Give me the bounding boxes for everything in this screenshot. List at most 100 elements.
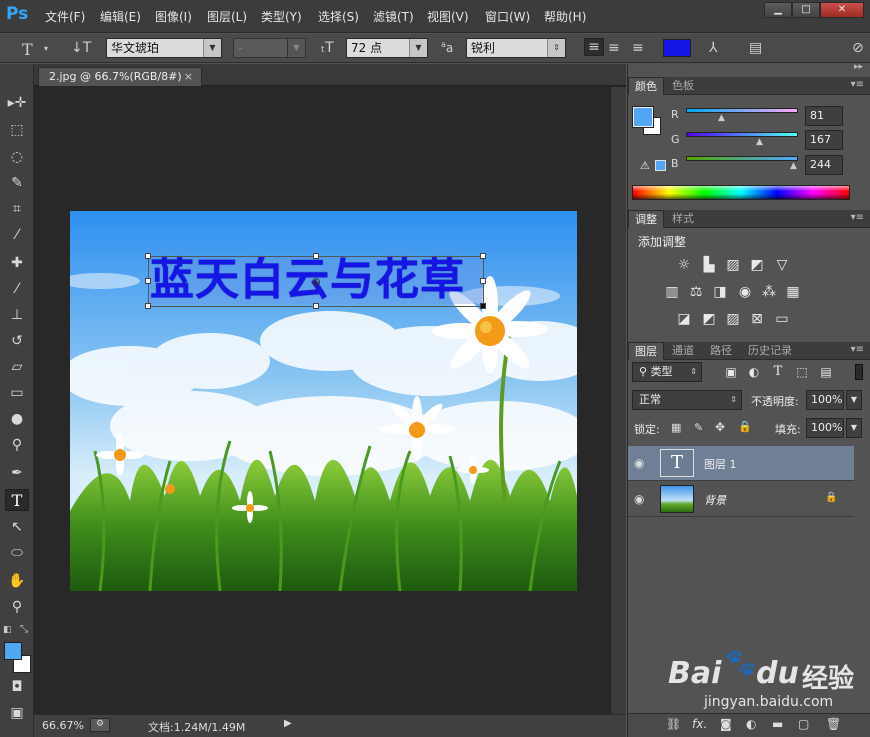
cancel-icon[interactable]: ⊘ bbox=[852, 40, 864, 56]
healing-brush-tool-icon[interactable]: ✚ bbox=[5, 252, 29, 274]
document-tab[interactable]: 2.jpg @ 66.7%(RGB/8#) × bbox=[38, 67, 202, 86]
visibility-eye-icon[interactable]: ◉ bbox=[634, 492, 644, 506]
foreground-color-swatch[interactable] bbox=[4, 642, 22, 660]
quick-select-tool-icon[interactable]: ✎ bbox=[5, 172, 29, 194]
anti-alias-select[interactable]: 锐利 ⇕ bbox=[466, 38, 566, 58]
posterize-icon[interactable]: ◩ bbox=[700, 310, 718, 328]
transform-handle[interactable] bbox=[145, 253, 151, 259]
menu-file[interactable]: 文件(F) bbox=[45, 8, 85, 25]
transform-handle[interactable] bbox=[145, 278, 151, 284]
panel-menu-icon[interactable]: ▾≡ bbox=[851, 79, 864, 90]
brush-tool-icon[interactable]: ⁄ bbox=[5, 278, 29, 300]
transform-handle[interactable] bbox=[313, 253, 319, 259]
curves-icon[interactable]: ▨ bbox=[724, 256, 742, 274]
path-select-tool-icon[interactable]: ↖ bbox=[5, 516, 29, 538]
type-tool-icon[interactable]: T bbox=[22, 40, 33, 59]
text-orientation-icon[interactable]: ↓T bbox=[71, 40, 91, 56]
g-slider[interactable] bbox=[686, 132, 798, 137]
b-slider[interactable] bbox=[686, 156, 798, 161]
move-tool-icon[interactable]: ▸✛ bbox=[5, 92, 29, 114]
r-value-field[interactable]: 81 bbox=[805, 106, 843, 126]
minimize-icon[interactable]: ▁ bbox=[764, 2, 792, 18]
blur-tool-icon[interactable]: ● bbox=[5, 408, 29, 430]
clone-stamp-tool-icon[interactable]: ⊥ bbox=[5, 304, 29, 326]
tab-swatches[interactable]: 色板 bbox=[666, 77, 700, 95]
menu-view[interactable]: 视图(V) bbox=[427, 8, 469, 25]
filter-smart-object-icon[interactable]: ▤ bbox=[817, 363, 835, 381]
color-lookup-icon[interactable]: ▦ bbox=[784, 283, 802, 301]
default-colors-icon[interactable]: ◧ bbox=[3, 625, 12, 635]
panel-menu-icon[interactable]: ▾≡ bbox=[851, 344, 864, 355]
group-folder-icon[interactable]: ▬ bbox=[772, 717, 783, 731]
transform-handle[interactable] bbox=[480, 303, 486, 309]
gradient-map-icon[interactable]: ▭ bbox=[773, 310, 791, 328]
font-style-select[interactable]: - ▼ bbox=[233, 38, 306, 58]
vibrance-icon[interactable]: ▽ bbox=[773, 256, 791, 274]
layer-name[interactable]: 图层 1 bbox=[704, 456, 737, 472]
maximize-icon[interactable]: □ bbox=[792, 2, 820, 18]
history-brush-tool-icon[interactable]: ↺ bbox=[5, 330, 29, 352]
visibility-eye-icon[interactable]: ◉ bbox=[634, 456, 644, 470]
tab-adjustments[interactable]: 调整 bbox=[628, 210, 664, 228]
opacity-arrow-icon[interactable]: ▼ bbox=[846, 390, 862, 410]
transform-handle[interactable] bbox=[480, 253, 486, 259]
layer-row-background[interactable]: ◉ 背景 🔒 bbox=[628, 482, 854, 517]
text-bounding-box[interactable]: ⊕ bbox=[145, 253, 486, 309]
color-fg-swatch[interactable] bbox=[632, 106, 654, 128]
b-slider-thumb[interactable]: ▲ bbox=[790, 161, 797, 171]
eyedropper-tool-icon[interactable]: ⁄ bbox=[5, 224, 29, 246]
selective-color-icon[interactable]: ⊠ bbox=[748, 310, 766, 328]
layer-row-text[interactable]: ◉ T 图层 1 bbox=[628, 446, 854, 481]
close-tab-icon[interactable]: × bbox=[184, 68, 193, 85]
channel-mixer-icon[interactable]: ⁂ bbox=[760, 283, 778, 301]
fill-arrow-icon[interactable]: ▼ bbox=[846, 418, 862, 438]
lock-all-icon[interactable]: 🔒 bbox=[738, 420, 752, 433]
filter-adjustment-icon[interactable]: ◐ bbox=[745, 363, 763, 381]
fx-icon[interactable]: fx. bbox=[692, 717, 707, 731]
font-family-select[interactable]: 华文琥珀 ▼ bbox=[106, 38, 222, 58]
menu-help[interactable]: 帮助(H) bbox=[544, 8, 586, 25]
hand-tool-icon[interactable]: ✋ bbox=[5, 570, 29, 592]
warp-text-icon[interactable]: ⅄ bbox=[709, 40, 718, 56]
gamut-color-swatch[interactable] bbox=[655, 160, 666, 171]
swap-colors-icon[interactable]: ⤡ bbox=[20, 624, 28, 635]
filter-shape-icon[interactable]: ⬚ bbox=[793, 363, 811, 381]
tab-layers[interactable]: 图层 bbox=[628, 342, 664, 360]
pen-tool-icon[interactable]: ✒ bbox=[5, 462, 29, 484]
zoom-tool-icon[interactable]: ⚲ bbox=[5, 596, 29, 618]
panel-menu-icon[interactable]: ▾≡ bbox=[851, 212, 864, 223]
text-color-swatch[interactable] bbox=[663, 39, 691, 57]
quick-mask-icon[interactable]: ◘ bbox=[5, 676, 29, 698]
align-right-icon[interactable]: ≡ bbox=[632, 40, 644, 56]
tab-styles[interactable]: 样式 bbox=[666, 210, 700, 228]
transform-handle[interactable] bbox=[145, 303, 151, 309]
brightness-icon[interactable]: ☼ bbox=[675, 256, 693, 274]
screen-mode-icon[interactable]: ▣ bbox=[5, 702, 29, 724]
layer-name[interactable]: 背景 bbox=[704, 492, 726, 508]
menu-image[interactable]: 图像(I) bbox=[155, 8, 192, 25]
close-icon[interactable]: ✕ bbox=[820, 2, 864, 18]
black-white-icon[interactable]: ◨ bbox=[711, 283, 729, 301]
menu-filter[interactable]: 滤镜(T) bbox=[373, 8, 414, 25]
tab-paths[interactable]: 路径 bbox=[704, 342, 738, 360]
r-slider-thumb[interactable]: ▲ bbox=[718, 113, 725, 123]
levels-icon[interactable]: ▙ bbox=[700, 256, 718, 274]
fill-field[interactable]: 100% bbox=[806, 418, 844, 438]
ellipse-tool-icon[interactable]: ⬭ bbox=[5, 542, 29, 564]
vertical-scrollbar[interactable] bbox=[610, 87, 626, 714]
menu-type[interactable]: 类型(Y) bbox=[261, 8, 302, 25]
r-slider[interactable] bbox=[686, 108, 798, 113]
g-value-field[interactable]: 167 bbox=[805, 130, 843, 150]
font-size-select[interactable]: 72 点 ▼ bbox=[346, 38, 428, 58]
transform-handle[interactable] bbox=[313, 303, 319, 309]
new-layer-icon[interactable]: ▢ bbox=[798, 717, 809, 731]
photo-filter-icon[interactable]: ◉ bbox=[736, 283, 754, 301]
lock-transparent-icon[interactable]: ▦ bbox=[671, 421, 681, 434]
filter-toggle[interactable] bbox=[855, 364, 863, 380]
tab-channels[interactable]: 通道 bbox=[666, 342, 700, 360]
menu-select[interactable]: 选择(S) bbox=[318, 8, 359, 25]
crop-tool-icon[interactable]: ⌗ bbox=[5, 198, 29, 220]
dodge-tool-icon[interactable]: ⚲ bbox=[5, 434, 29, 456]
filter-pixel-icon[interactable]: ▣ bbox=[722, 363, 740, 381]
tab-color[interactable]: 颜色 bbox=[628, 77, 664, 95]
